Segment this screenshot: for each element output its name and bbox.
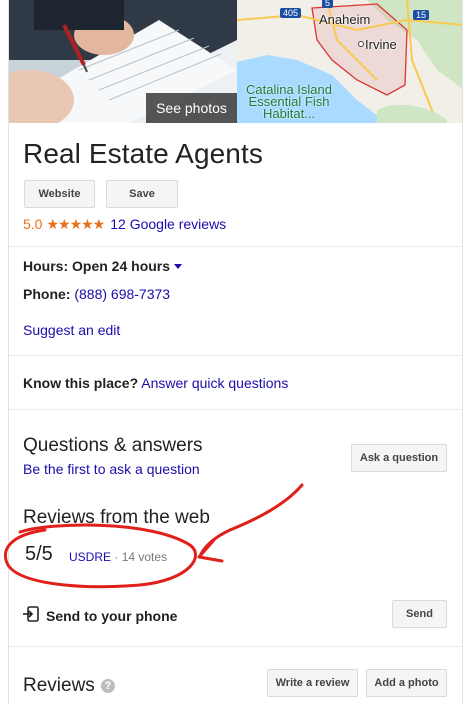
divider (9, 246, 462, 247)
chevron-down-icon[interactable] (174, 263, 183, 269)
web-reviews-title: Reviews from the web (23, 507, 210, 528)
know-place-label: Know this place? (23, 375, 139, 391)
answer-questions-link[interactable]: Answer quick questions (141, 375, 288, 391)
business-title: Real Estate Agents (23, 138, 263, 169)
divider (9, 646, 462, 647)
ask-question-button[interactable]: Ask a question (351, 444, 447, 472)
business-photo[interactable]: See photos (9, 0, 237, 123)
map-label-catalina: Catalina Island Essential Fish Habitat..… (246, 82, 332, 121)
hours-value[interactable]: Open 24 hours (72, 258, 170, 274)
ask-first-link[interactable]: Be the first to ask a question (23, 461, 200, 477)
hours-label: Hours: (23, 258, 69, 274)
knowledge-panel: See photos 405 5 15 Anaheim Irvine Catal… (8, 0, 463, 704)
send-to-phone-label[interactable]: Send to your phone (46, 607, 177, 625)
send-button[interactable]: Send (392, 600, 447, 628)
hero-media: See photos 405 5 15 Anaheim Irvine Catal… (9, 0, 462, 123)
send-to-phone-icon (23, 606, 39, 622)
hours-row: Hours: Open 24 hours (23, 257, 183, 275)
website-button[interactable]: Website (24, 180, 95, 208)
source-link[interactable]: USDRE (69, 550, 111, 564)
phone-row: Phone: (888) 698-7373 (23, 285, 170, 303)
reviews-title: Reviews? (23, 675, 115, 697)
see-photos-button[interactable]: See photos (146, 93, 237, 123)
web-review-score: 5/5 (25, 543, 53, 565)
phone-label: Phone: (23, 286, 71, 302)
save-button[interactable]: Save (106, 180, 178, 208)
highway-5-shield: 5 (322, 0, 334, 8)
help-icon[interactable]: ? (100, 678, 115, 693)
know-place-row: Know this place? Answer quick questions (23, 374, 288, 392)
write-review-button[interactable]: Write a review (267, 669, 358, 697)
rating-stars-icon: ★★★★★ (46, 216, 105, 232)
divider (9, 355, 462, 356)
reviews-title-text: Reviews (23, 675, 95, 696)
separator: · (114, 550, 119, 564)
web-review-source: USDRE · 14 votes (69, 550, 167, 564)
divider (9, 409, 462, 410)
map-label-anaheim: Anaheim (319, 12, 371, 27)
add-photo-button[interactable]: Add a photo (366, 669, 447, 697)
rating-value: 5.0 (23, 216, 43, 232)
qa-title: Questions & answers (23, 435, 203, 456)
rating-row: 5.0 ★★★★★ 12 Google reviews (23, 215, 226, 233)
highway-405-shield: 405 (280, 8, 302, 18)
map-label-irvine: Irvine (365, 37, 397, 52)
vote-count: 14 votes (121, 550, 168, 564)
google-reviews-link[interactable]: 12 Google reviews (110, 216, 226, 232)
map-thumbnail[interactable]: 405 5 15 Anaheim Irvine Catalina Island … (237, 0, 462, 123)
phone-link[interactable]: (888) 698-7373 (74, 286, 170, 302)
highway-15-shield: 15 (413, 10, 430, 20)
suggest-edit-link[interactable]: Suggest an edit (23, 321, 120, 339)
